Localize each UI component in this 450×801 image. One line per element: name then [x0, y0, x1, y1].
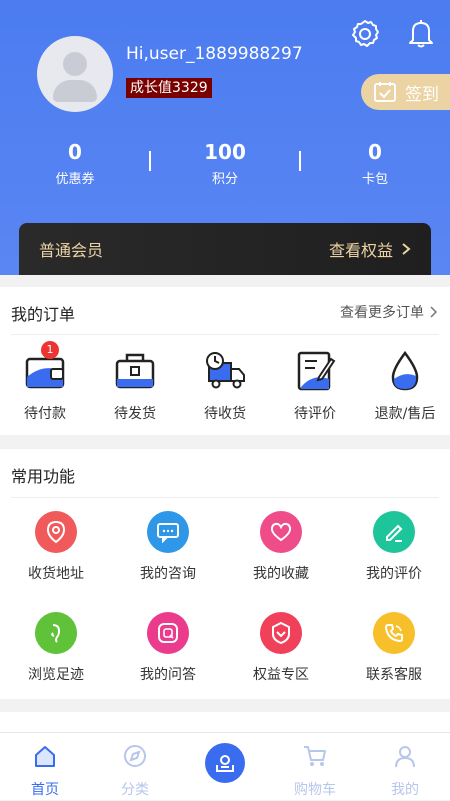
username: Hi,user_1889988297: [126, 44, 303, 64]
review-doc-icon: [297, 351, 336, 391]
view-rights-label: 查看权益: [328, 241, 393, 260]
func-qa[interactable]: 我的问答: [112, 612, 224, 684]
order-label: 待收货: [204, 406, 246, 422]
stats-row: 0 优惠券 100 积分 0 卡包: [0, 140, 450, 190]
phone-icon: [373, 612, 415, 654]
profile-header: Hi,user_1889988297 成长值3329 签到 0 优惠券 100 …: [0, 0, 450, 275]
bell-icon[interactable]: [404, 16, 438, 50]
order-pending-shipment[interactable]: 待发货: [90, 349, 180, 423]
func-label: 我的收藏: [253, 566, 309, 582]
avatar-head: [63, 52, 87, 76]
func-label: 我的评价: [366, 566, 422, 582]
stat-label: 优惠券: [55, 172, 95, 187]
location-icon: [35, 511, 77, 553]
functions-title: 常用功能: [11, 467, 76, 486]
orders-title: 我的订单: [11, 305, 76, 324]
func-label: 我的问答: [140, 667, 196, 683]
package-icon: [115, 353, 155, 389]
divider: [11, 334, 439, 335]
avatar[interactable]: [37, 36, 113, 112]
user-icon: [395, 746, 415, 768]
func-label: 收货地址: [28, 566, 84, 582]
drop-icon: [391, 350, 419, 391]
orders-section: 我的订单 查看更多订单 1 待付款 待发货 待收货 待评价 退款/售后: [0, 287, 450, 435]
func-consult[interactable]: 我的咨询: [112, 511, 224, 583]
tab-label: 我的: [391, 782, 419, 798]
order-pending-receipt[interactable]: 待收货: [180, 349, 270, 423]
func-customer-service[interactable]: 联系客服: [338, 612, 450, 684]
qa-icon: [147, 612, 189, 654]
order-label: 待付款: [24, 406, 66, 422]
tab-label: 分类: [121, 782, 149, 798]
member-level: 普通会员: [39, 241, 104, 260]
truck-icon: [206, 352, 245, 389]
tab-cart[interactable]: 购物车: [270, 733, 360, 801]
cart-icon: [304, 746, 326, 766]
order-label: 待评价: [294, 406, 336, 422]
stat-coupons[interactable]: 0 优惠券: [0, 140, 150, 187]
func-label: 浏览足迹: [28, 667, 84, 683]
stat-value: 0: [68, 140, 82, 164]
func-label: 我的咨询: [140, 566, 196, 582]
tab-center[interactable]: [180, 733, 270, 801]
order-badge: 1: [41, 341, 59, 359]
shield-icon: [260, 612, 302, 654]
more-orders-label: 查看更多订单: [340, 305, 424, 321]
func-footprints[interactable]: 浏览足迹: [0, 612, 112, 684]
next-section-peek: [0, 712, 450, 732]
bottom-tab-bar: 首页 分类 购物车 我的: [0, 732, 450, 800]
signin-button[interactable]: 签到: [361, 74, 450, 110]
chevron-right-icon: [430, 306, 438, 318]
heart-icon: [260, 511, 302, 553]
divider: [11, 497, 439, 498]
order-label: 退款/售后: [374, 406, 436, 422]
tab-category[interactable]: 分类: [90, 733, 180, 801]
order-label: 待发货: [114, 406, 156, 422]
stat-value: 100: [204, 140, 246, 164]
func-label: 权益专区: [253, 667, 309, 683]
order-pending-review[interactable]: 待评价: [270, 349, 360, 423]
tab-label: 首页: [31, 782, 59, 798]
member-bar[interactable]: 普通会员 查看权益: [19, 223, 431, 275]
stat-cards[interactable]: 0 卡包: [300, 140, 450, 187]
home-icon: [35, 746, 55, 767]
order-pending-payment[interactable]: 1 待付款: [0, 341, 90, 423]
gear-icon[interactable]: [349, 18, 381, 50]
func-address[interactable]: 收货地址: [0, 511, 112, 583]
pencil-icon: [373, 511, 415, 553]
tab-mine[interactable]: 我的: [360, 733, 450, 801]
footprint-icon: [35, 612, 77, 654]
chat-icon: [147, 511, 189, 553]
stat-value: 0: [368, 140, 382, 164]
avatar-body: [53, 80, 97, 102]
signin-label: 签到: [405, 84, 439, 105]
functions-section: 常用功能 收货地址 我的咨询 我的收藏 我的评价 浏览足迹 我的问答 权益专区 …: [0, 449, 450, 699]
stat-label: 卡包: [361, 172, 388, 187]
category-icon: [124, 745, 146, 767]
func-label: 联系客服: [366, 667, 422, 683]
func-favorites[interactable]: 我的收藏: [225, 511, 337, 583]
func-reviews[interactable]: 我的评价: [338, 511, 450, 583]
order-refund-aftersale[interactable]: 退款/售后: [360, 349, 450, 423]
more-orders-link[interactable]: 查看更多订单: [340, 302, 438, 322]
view-rights-link[interactable]: 查看权益: [329, 237, 411, 261]
stat-label: 积分: [211, 172, 238, 187]
stat-points[interactable]: 100 积分: [150, 140, 300, 187]
tab-label: 购物车: [294, 782, 336, 798]
tab-home[interactable]: 首页: [0, 733, 90, 801]
func-rights-zone[interactable]: 权益专区: [225, 612, 337, 684]
center-action-icon: [205, 743, 245, 783]
chevron-right-icon: [402, 243, 411, 255]
calendar-check-icon: [374, 82, 396, 102]
growth-value-badge: 成长值3329: [126, 78, 212, 98]
